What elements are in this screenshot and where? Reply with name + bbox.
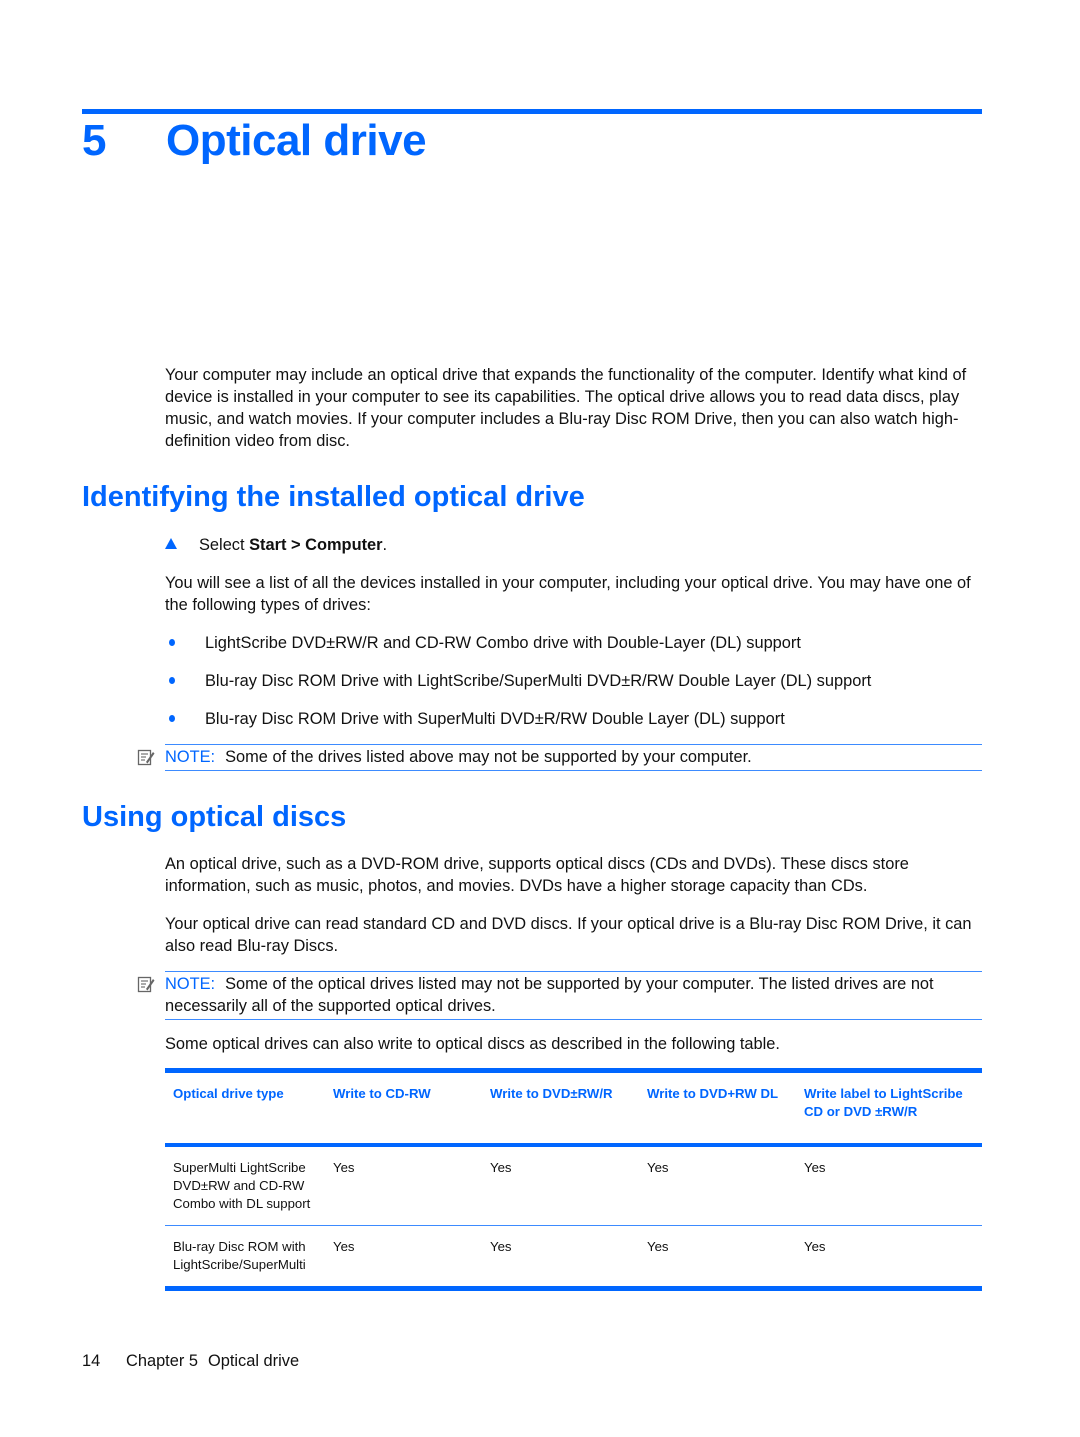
identify-paragraph: You will see a list of all the devices i… <box>165 574 971 614</box>
drive-type-list: LightScribe DVD±RW/R and CD-RW Combo dri… <box>165 632 871 746</box>
note-icon <box>137 976 155 993</box>
note-text: Some of the drives listed above may not … <box>225 748 752 766</box>
step-suffix: . <box>382 536 388 554</box>
column-header: Write to DVD±RW/R <box>490 1086 613 1101</box>
footer-chapter-label: Chapter 5 <box>126 1352 198 1370</box>
list-item: Blu-ray Disc ROM Drive with LightScribe/… <box>165 670 871 708</box>
column-header: Write to CD-RW <box>333 1086 431 1101</box>
table-cell: Blu-ray Disc ROM with LightScribe/SuperM… <box>173 1239 306 1272</box>
step-triangle-icon <box>165 538 177 549</box>
bullet-icon <box>169 677 175 684</box>
table-cell: SuperMulti LightScribe DVD±RW and CD-RW … <box>173 1160 311 1211</box>
table-cell: Yes <box>333 1160 355 1175</box>
note-text: Some of the optical drives listed may no… <box>165 975 934 1015</box>
chapter-title-text: Optical drive <box>166 116 427 165</box>
using-paragraph-3: Some optical drives can also write to op… <box>165 1035 780 1053</box>
table-cell: Yes <box>804 1239 826 1254</box>
note-label: NOTE: <box>165 975 216 993</box>
bullet-icon <box>169 639 175 646</box>
table-cell: Yes <box>647 1239 669 1254</box>
table-row: Blu-ray Disc ROM with LightScribe/SuperM… <box>165 1226 982 1289</box>
chapter-title: 5 Optical drive <box>82 116 427 166</box>
procedure-step: Select Start > Computer. <box>165 534 387 556</box>
optical-drive-table: Optical drive type Write to CD-RW Write … <box>165 1068 982 1291</box>
footer-chapter-title: Optical drive <box>207 1352 300 1370</box>
chapter-number: 5 <box>82 116 106 165</box>
note-box-discs: NOTE: Some of the optical drives listed m… <box>165 971 982 1020</box>
using-paragraph-1: An optical drive, such as a DVD-ROM driv… <box>165 855 909 895</box>
list-item: LightScribe DVD±RW/R and CD-RW Combo dri… <box>165 632 871 670</box>
bullet-icon <box>169 715 175 722</box>
step-menu-path: Start > Computer <box>249 536 383 554</box>
using-paragraph-2: Your optical drive can read standard CD … <box>165 915 972 955</box>
table-cell: Yes <box>490 1239 512 1254</box>
step-prefix: Select <box>199 536 250 554</box>
section-heading-using: Using optical discs <box>82 801 347 833</box>
note-box-drives: NOTE: Some of the drives listed above may… <box>165 744 982 771</box>
note-label: NOTE: <box>165 748 216 766</box>
page-number: 14 <box>82 1352 101 1370</box>
column-header: Write to DVD+RW DL <box>647 1086 779 1101</box>
table-cell: Yes <box>804 1160 826 1175</box>
column-header: Optical drive type <box>173 1086 284 1101</box>
chapter-intro: Your computer may include an optical dri… <box>165 366 967 450</box>
table-cell: Yes <box>333 1239 355 1254</box>
chapter-top-rule <box>82 109 982 114</box>
section-heading-identify: Identifying the installed optical drive <box>82 481 585 513</box>
table-header-row: Optical drive type Write to CD-RW Write … <box>165 1070 982 1145</box>
table-row: SuperMulti LightScribe DVD±RW and CD-RW … <box>165 1145 982 1226</box>
page-footer: 14 Chapter 5 Optical drive <box>82 1350 299 1372</box>
list-item: Blu-ray Disc ROM Drive with SuperMulti D… <box>165 708 871 746</box>
table-cell: Yes <box>647 1160 669 1175</box>
column-header: Write label to LightScribe CD or DVD ±RW… <box>804 1086 963 1119</box>
table-cell: Yes <box>490 1160 512 1175</box>
note-icon <box>137 749 155 766</box>
